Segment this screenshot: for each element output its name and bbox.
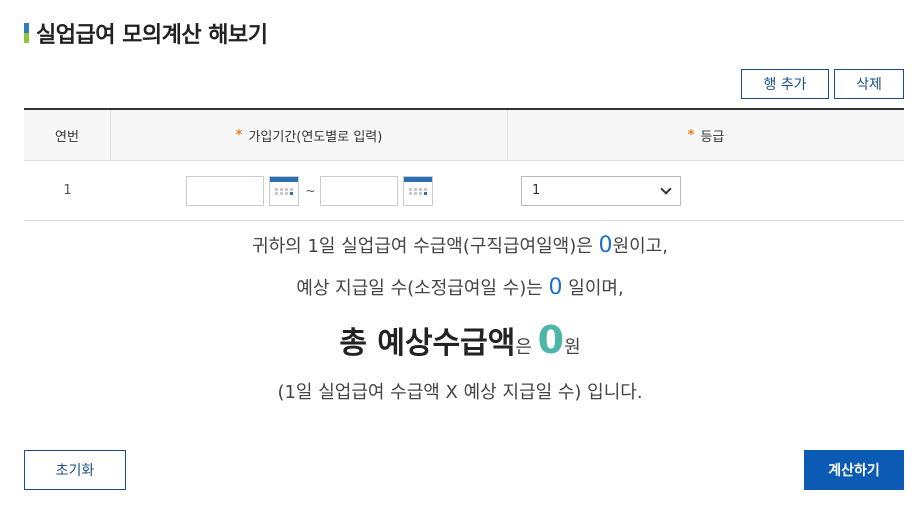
period-cell: ~ bbox=[111, 161, 508, 220]
grade-cell: 1 bbox=[508, 161, 904, 220]
required-mark: * bbox=[687, 127, 695, 143]
daily-amount-value: 0 bbox=[598, 233, 613, 258]
table-header: 연번 * 가입기간(연도별로 입력) * 등급 bbox=[24, 108, 904, 161]
page-title: 실업급여 모의계산 해보기 bbox=[36, 23, 268, 48]
chevron-down-icon bbox=[660, 182, 672, 195]
calendar-icon[interactable] bbox=[402, 175, 433, 206]
title-accent-bar bbox=[24, 23, 29, 43]
column-header-grade: * 등급 bbox=[508, 110, 904, 160]
payment-days-value: 0 bbox=[548, 275, 563, 300]
total-amount-particle: 은 bbox=[515, 337, 538, 358]
table-row: 1 ~ 1 bbox=[24, 161, 904, 221]
date-range-separator: ~ bbox=[305, 183, 316, 198]
daily-amount-line: 귀하의 1일 실업급여 수급액(구직급여일액)은 0원이고, bbox=[0, 232, 920, 258]
total-amount-label: 총 예상수급액 bbox=[339, 326, 516, 361]
row-index: 1 bbox=[63, 183, 72, 198]
column-header-index: 연번 bbox=[24, 110, 111, 160]
total-amount-line: 총 예상수급액은 0원 bbox=[0, 318, 920, 362]
end-date-input[interactable] bbox=[319, 175, 398, 206]
delete-button[interactable]: 삭제 bbox=[834, 69, 904, 99]
page-header: 실업급여 모의계산 해보기 bbox=[24, 18, 268, 48]
daily-amount-suffix: 원이고, bbox=[612, 236, 668, 257]
grade-select-value: 1 bbox=[532, 183, 541, 198]
column-header-label: 가입기간(연도별로 입력) bbox=[248, 129, 383, 145]
required-mark: * bbox=[235, 127, 243, 143]
calculation-table: 연번 * 가입기간(연도별로 입력) * 등급 1 ~ 1 bbox=[24, 108, 904, 221]
column-header-label: 등급 bbox=[700, 129, 725, 145]
payment-days-prefix: 예상 지급일 수(소정급여일 수)는 bbox=[296, 278, 549, 299]
total-amount-unit: 원 bbox=[564, 337, 581, 358]
start-date-input[interactable] bbox=[186, 175, 265, 206]
daily-amount-prefix: 귀하의 1일 실업급여 수급액(구직급여일액)은 bbox=[252, 236, 599, 257]
calendar-icon[interactable] bbox=[269, 175, 300, 206]
total-amount-value: 0 bbox=[537, 318, 565, 362]
column-header-period: * 가입기간(연도별로 입력) bbox=[111, 110, 508, 160]
reset-button[interactable]: 초기화 bbox=[24, 450, 126, 490]
add-row-button[interactable]: 행 추가 bbox=[741, 69, 829, 99]
payment-days-line: 예상 지급일 수(소정급여일 수)는 0 일이며, bbox=[0, 274, 920, 300]
column-header-label: 연번 bbox=[55, 129, 79, 145]
calculate-button[interactable]: 계산하기 bbox=[804, 450, 904, 490]
formula-note: (1일 실업급여 수급액 X 예상 지급일 수) 입니다. bbox=[277, 382, 643, 403]
payment-days-suffix: 일이며, bbox=[562, 278, 624, 299]
grade-select[interactable]: 1 bbox=[521, 175, 681, 206]
